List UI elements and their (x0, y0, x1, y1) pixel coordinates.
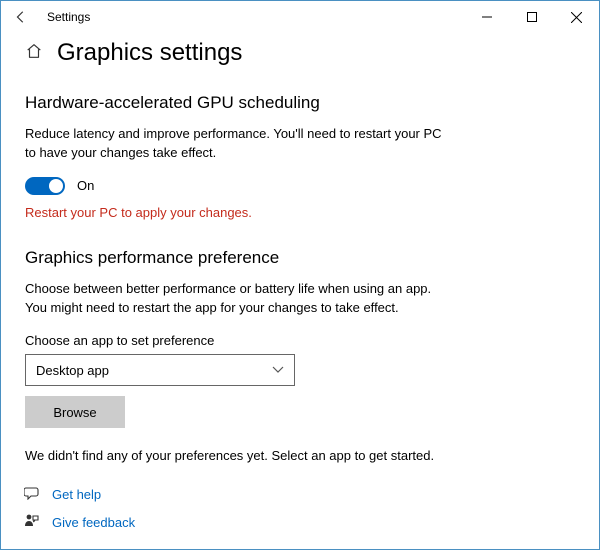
feedback-icon (24, 513, 40, 532)
help-icon (24, 486, 40, 503)
home-icon[interactable] (25, 42, 43, 65)
gpu-scheduling-toggle-label: On (77, 178, 94, 193)
restart-warning: Restart your PC to apply your changes. (25, 205, 575, 220)
minimize-button[interactable] (464, 2, 509, 32)
performance-preference-heading: Graphics performance preference (25, 248, 575, 268)
get-help-label: Get help (52, 487, 101, 502)
app-type-select-value: Desktop app (36, 363, 109, 378)
app-type-select[interactable]: Desktop app (25, 354, 295, 386)
window-title: Settings (47, 10, 90, 24)
toggle-knob (49, 179, 63, 193)
browse-button[interactable]: Browse (25, 396, 125, 428)
back-button[interactable] (9, 10, 33, 24)
performance-preference-description: Choose between better performance or bat… (25, 280, 445, 318)
close-button[interactable] (554, 2, 599, 32)
gpu-scheduling-heading: Hardware-accelerated GPU scheduling (25, 93, 575, 113)
gpu-scheduling-toggle[interactable] (25, 177, 65, 195)
give-feedback-label: Give feedback (52, 515, 135, 530)
maximize-button[interactable] (509, 2, 554, 32)
give-feedback-link[interactable]: Give feedback (24, 513, 135, 532)
no-preferences-message: We didn't find any of your preferences y… (25, 448, 575, 463)
get-help-link[interactable]: Get help (24, 486, 135, 503)
app-select-label: Choose an app to set preference (25, 333, 575, 348)
gpu-scheduling-description: Reduce latency and improve performance. … (25, 125, 445, 163)
chevron-down-icon (272, 363, 284, 377)
page-title: Graphics settings (57, 39, 242, 67)
